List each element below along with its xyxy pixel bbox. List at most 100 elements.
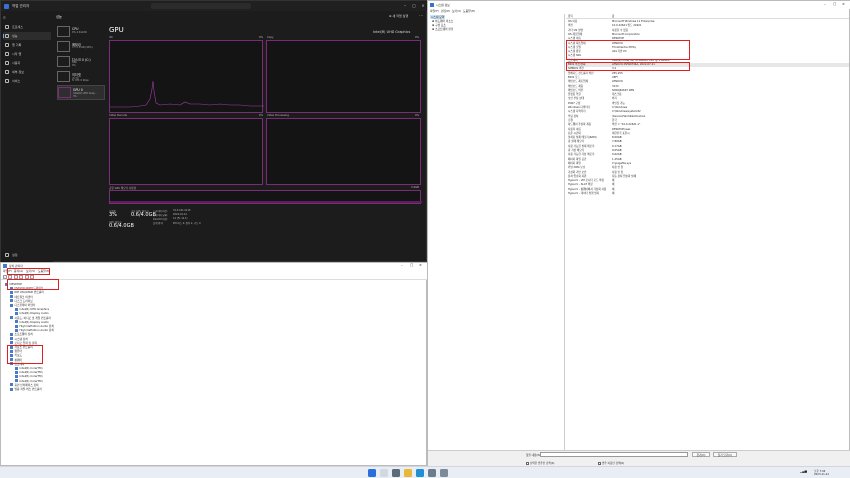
directx-version: 12 (FL 12.1) [173,217,188,220]
nav-app-history[interactable]: 앱 기록 [3,41,51,49]
nav-processes[interactable]: 프로세스 [3,23,51,31]
task-view-icon[interactable] [392,469,400,477]
network-icon[interactable]: ▁▃▅ [800,469,807,473]
task-manager-taskbar-icon[interactable] [428,469,436,477]
find-button[interactable]: 찾기(D) [692,452,710,457]
performance-heading: 성능 [56,15,62,19]
nav-services[interactable]: 서비스 [3,77,51,85]
checkbox-label: 범주 이름만 검색(R) [602,462,625,465]
highlight-box [566,62,690,71]
resource-ethernet[interactable]: 이더넷 이더넷 S: 0 R: 0 Kbps [57,70,105,85]
device-icon [10,295,13,299]
device-tree-item[interactable]: 범용 직렬 버스 컨트롤러 [10,387,42,391]
run-new-task-label: 새 작업 실행 [392,14,409,18]
device-manager-taskbar-icon[interactable] [440,469,448,477]
run-new-task-button[interactable]: ⊕ 새 작업 실행 [389,14,408,18]
device-icon [10,299,13,303]
close-icon[interactable]: × [419,3,427,9]
resource-detail: 7.7/7.8 GB (99%) [72,46,93,49]
close-find-button[interactable]: 찾기 닫기(C) [713,452,737,457]
nav-performance[interactable]: 성능 [3,32,51,40]
si-titlebar: 시스템 정보 – ▢ × [428,1,850,9]
table-row[interactable]: Hyper-V - 데이터 실행 방지 예 [566,192,849,196]
more-options-icon[interactable]: ⋯ [419,13,423,18]
device-icon [15,311,18,315]
resource-list: CPU 9% 2.61GHz 메모리 7.7/7.8 GB (99%) 디스크 … [55,23,105,263]
maximize-icon[interactable]: ▢ [833,2,836,6]
nav-processes-label: 프로세스 [12,25,24,29]
device-icon [15,366,18,370]
graph-copy [266,40,421,113]
highlight-box [7,345,43,364]
menu-help[interactable]: 도움말(H) [463,9,475,13]
taskbar: ▁▃▅ 오후 7:04 2023-11-21 [0,466,850,478]
device-icon [15,328,18,332]
menu-view[interactable]: 보기(V) [452,9,461,13]
shared-mem-max: 3.9GB [411,186,419,189]
system-info-window: 시스템 정보 – ▢ × 파일(F) 편집(E) 보기(V) 도움말(H) 시스… [427,0,850,467]
highlight-box [7,279,59,290]
col-item[interactable]: 항목 [568,14,573,19]
nav-app-history-label: 앱 기록 [12,43,22,47]
disk-thumbnail [57,56,70,67]
resource-usage: 0% [72,64,76,67]
col-value[interactable]: 값 [612,14,614,19]
close-icon[interactable]: × [419,263,422,267]
gpu-heading: GPU [109,26,124,34]
clock-date[interactable]: 2023-11-21 [814,473,829,476]
gpu-thumbnail [58,87,71,98]
nav-settings[interactable]: 설정 [3,251,51,259]
search-names-only[interactable]: 범주 이름만 검색(R) [598,461,624,465]
tm-search-input[interactable] [151,3,251,9]
find-input[interactable] [540,452,688,457]
gpu-mem-value: 0.6/4.0GB [109,223,134,229]
tree-software-env[interactable]: ⊞ 소프트웨어 환경 [432,27,453,31]
device-icon [10,303,13,307]
device-icon [10,332,13,336]
resource-gpu[interactable]: GPU 0 Intel(R) UHD Grap... 3% [57,85,105,100]
minimize-icon[interactable]: – [401,3,409,9]
file-explorer-icon[interactable] [404,469,412,477]
maximize-icon[interactable]: ▢ [410,3,418,9]
device-icon [10,337,13,341]
search-selected-only[interactable]: 선택한 범주만 검색(S) [526,461,554,465]
nav-startup-label: 시작 앱 [12,52,22,56]
si-find-bar: 찾을 내용(W): 찾기(D) 찾기 닫기(C) 선택한 범주만 검색(S) 범… [428,450,850,467]
nav-details[interactable]: 세부 정보 [3,68,51,76]
start-icon[interactable] [368,469,376,477]
device-label: 범용 직렬 버스 컨트롤러 [14,387,42,391]
resource-cpu[interactable]: CPU 9% 2.61GHz [57,25,105,40]
menu-edit[interactable]: 편집(E) [441,9,450,13]
maximize-icon[interactable]: ▢ [410,263,413,267]
tm-nav: ☰ 프로세스 성능 앱 기록 시작 앱 사용자 세부 정보 서비스 설정 [1,11,53,263]
resource-memory[interactable]: 메모리 7.7/7.8 GB (99%) [57,40,105,55]
device-icon [10,316,13,320]
graph-copy-pct: 0% [415,36,420,39]
minimize-icon[interactable]: – [824,2,826,6]
graph-video-processing [266,118,421,185]
menu-file[interactable]: 파일(F) [430,9,439,13]
tm-title: 작업 관리자 [12,4,30,8]
gear-icon [5,253,9,257]
row-item: Hyper-V - 데이터 실행 방지 [568,192,600,195]
si-category-tree: 시스템 요약 ⊞ 하드웨어 리소스 ⊞ 구성 요소 ⊞ 소프트웨어 환경 [428,14,565,450]
nav-startup-apps[interactable]: 시작 앱 [3,50,51,58]
services-icon [5,79,9,83]
graph-decode-label: Video Decode [109,114,127,117]
graph-shared-memory [109,190,422,204]
graph-3d-pct: 0% [259,36,264,39]
hamburger-icon[interactable]: ☰ [3,14,12,22]
edge-icon[interactable] [416,469,424,477]
minimize-icon[interactable]: – [401,263,403,267]
close-icon[interactable]: × [842,2,845,6]
checkbox[interactable] [598,461,601,465]
resource-disk[interactable]: 디스크 0 (C:) SSD 0% [57,55,105,70]
resource-usage: 3% [73,95,77,98]
highlight-box [566,40,690,60]
si-table-header: 항목 값 [566,14,849,19]
row-value: 예 [612,192,615,195]
checkbox[interactable] [526,461,529,465]
ethernet-thumbnail [57,71,70,82]
search-icon[interactable] [380,469,388,477]
nav-users[interactable]: 사용자 [3,59,51,67]
